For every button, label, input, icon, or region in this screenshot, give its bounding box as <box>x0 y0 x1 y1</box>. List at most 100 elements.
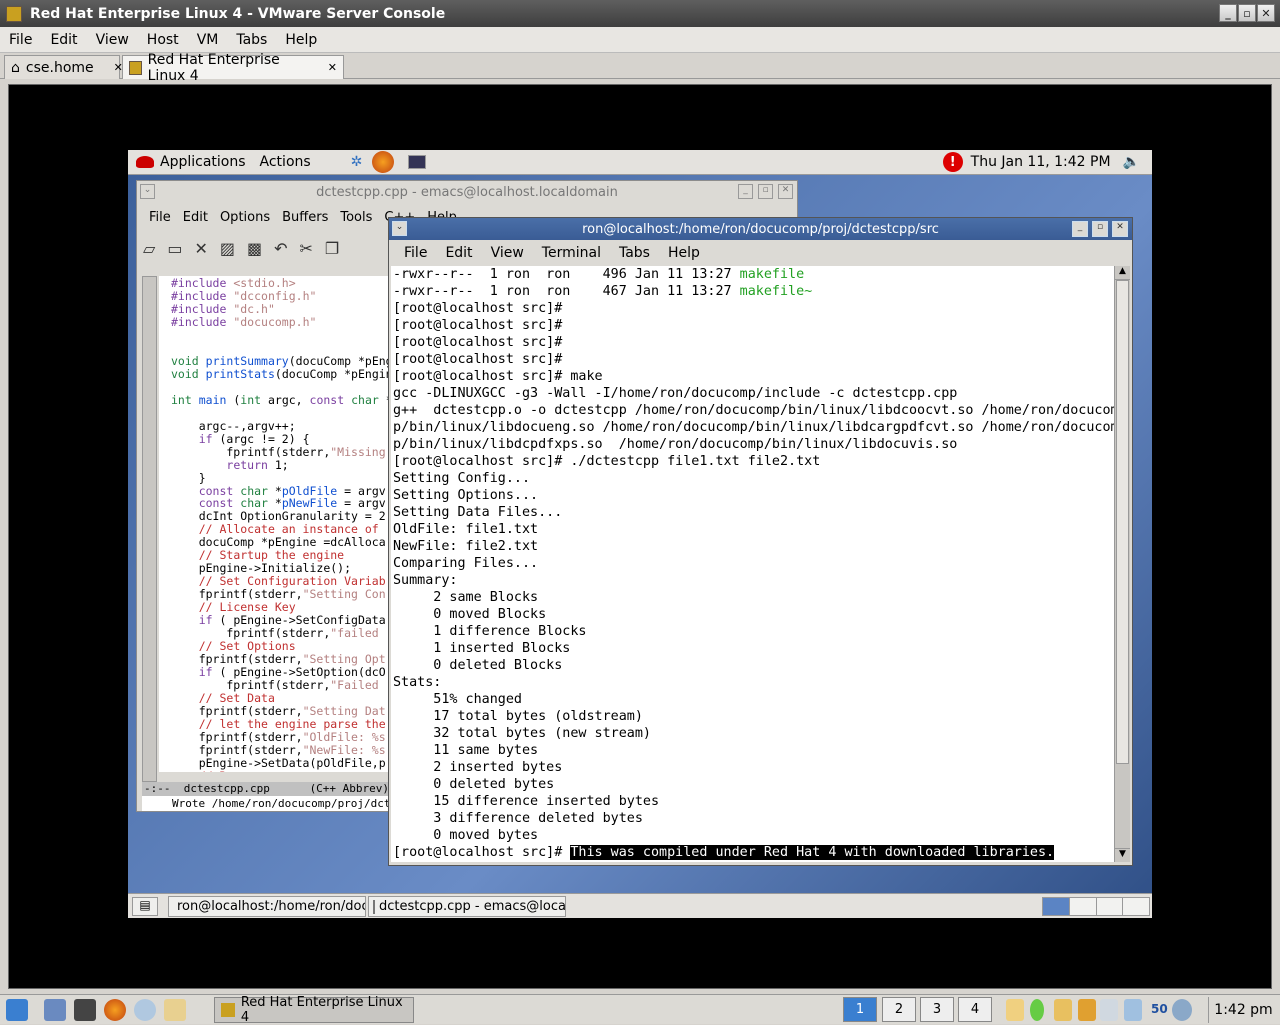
terminal-line: [root@localhost src]# This was compiled … <box>393 844 1114 861</box>
undo-icon[interactable]: ↶ <box>274 239 287 258</box>
tab-red-hat-enterprise-linux-4[interactable]: Red Hat Enterprise Linux 4 ✕ <box>122 52 344 84</box>
emacs-menu-file[interactable]: File <box>143 210 177 225</box>
tab-close-icon[interactable]: ✕ <box>328 61 337 74</box>
clipboard-icon[interactable] <box>1054 999 1072 1021</box>
terminal-titlebar[interactable]: ⌄ ron@localhost:/home/ron/docucomp/proj/… <box>389 218 1132 240</box>
firefox-icon[interactable] <box>372 151 395 173</box>
terminal-launcher-icon[interactable] <box>74 999 96 1021</box>
guest-clock[interactable]: Thu Jan 11, 1:42 PM <box>971 154 1111 170</box>
actions-menu[interactable]: Actions <box>260 154 311 170</box>
host-kde-panel: Red Hat Enterprise Linux 4 1 2 3 4 50 1:… <box>0 994 1280 1025</box>
terminal-line-text: Stats: <box>393 675 442 690</box>
terminal-menu-tabs[interactable]: Tabs <box>610 245 659 261</box>
desktop-4-button[interactable]: 4 <box>958 997 992 1022</box>
terminal-selected-text[interactable]: This was compiled under Red Hat 4 with d… <box>570 845 1055 860</box>
terminal-menu-edit[interactable]: Edit <box>436 245 481 261</box>
maximize-button[interactable]: ▫ <box>1238 4 1256 22</box>
help-lifebuoy-icon[interactable] <box>134 999 156 1021</box>
menu-file[interactable]: File <box>0 32 41 48</box>
emacs-minimize-button[interactable]: _ <box>738 184 753 199</box>
terminal-scrollbar[interactable]: ▲ ▼ <box>1114 266 1130 862</box>
menu-edit[interactable]: Edit <box>41 32 86 48</box>
taskbar-terminal[interactable]: ron@localhost:/home/ron/docu <box>168 896 366 917</box>
menu-help[interactable]: Help <box>276 32 326 48</box>
menu-tabs[interactable]: Tabs <box>227 32 276 48</box>
scroll-down-arrow-icon[interactable]: ▼ <box>1115 848 1130 862</box>
redhat-icon[interactable] <box>136 156 154 168</box>
workspace-switcher[interactable] <box>1042 897 1150 916</box>
terminal-maximize-button[interactable]: ▫ <box>1092 221 1108 237</box>
workspace-1[interactable] <box>1043 898 1070 915</box>
terminal-line-text: OldFile: file1.txt <box>393 522 539 537</box>
emacs-maximize-button[interactable]: ▫ <box>758 184 773 199</box>
network-tool-icon[interactable] <box>44 999 66 1021</box>
emacs-close-button[interactable]: ✕ <box>778 184 793 199</box>
kde-menu-icon[interactable] <box>6 999 28 1021</box>
terminal-minimize-button[interactable]: _ <box>1072 221 1088 237</box>
mail-icon[interactable] <box>164 999 186 1021</box>
open-folder-icon[interactable]: ▭ <box>167 239 182 258</box>
save-icon[interactable]: ▨ <box>220 239 235 258</box>
workspace-2[interactable] <box>1069 898 1097 915</box>
tab-cse-home[interactable]: ⌂ cse.home ✕ <box>4 55 123 79</box>
taskbar-emacs[interactable]: dctestcpp.cpp - emacs@local <box>368 896 566 917</box>
terminal-window-title: ron@localhost:/home/ron/docucomp/proj/dc… <box>582 221 939 237</box>
terminal-launcher-icon[interactable] <box>408 155 427 169</box>
copy-icon[interactable]: ❐ <box>325 239 339 258</box>
terminal-line-text: 0 deleted Blocks <box>393 658 563 673</box>
alert-icon[interactable]: ! <box>942 152 963 172</box>
new-file-icon[interactable]: ▱ <box>143 239 155 258</box>
terminal-menu-view[interactable]: View <box>482 245 533 261</box>
terminal-menu-file[interactable]: File <box>395 245 436 261</box>
terminal-line: OldFile: file1.txt <box>393 521 1114 538</box>
terminal-line: Stats: <box>393 674 1114 691</box>
network-icon[interactable]: ✲ <box>351 154 363 170</box>
menu-host[interactable]: Host <box>138 32 188 48</box>
show-desktop-icon[interactable]: ▤ <box>132 897 158 916</box>
tray-number[interactable]: 50 <box>1151 1002 1168 1016</box>
guest-desktop[interactable]: Applications Actions ✲ ! Thu Jan 11, 1:4… <box>128 150 1152 918</box>
emacs-menu-buffers[interactable]: Buffers <box>276 210 334 225</box>
kill-buffer-icon[interactable]: ✕ <box>194 239 207 258</box>
terminal-line: -rwxr--r-- 1 ron ron 467 Jan 11 13:27 ma… <box>393 283 1114 300</box>
desktop-1-button[interactable]: 1 <box>843 997 877 1022</box>
scroll-up-arrow-icon[interactable]: ▲ <box>1115 266 1130 280</box>
workspace-4[interactable] <box>1123 898 1149 915</box>
update-icon[interactable] <box>1172 999 1192 1021</box>
menu-vm[interactable]: VM <box>188 32 228 48</box>
workspace-3[interactable] <box>1096 898 1124 915</box>
terminal-output[interactable]: -rwxr--r-- 1 ron ron 496 Jan 11 13:27 ma… <box>391 266 1114 862</box>
terminal-menu-help[interactable]: Help <box>659 245 709 261</box>
scroll-thumb[interactable] <box>1116 280 1129 764</box>
desktop-2-button[interactable]: 2 <box>882 997 916 1022</box>
emacs-menu-edit[interactable]: Edit <box>177 210 214 225</box>
terminal-line: 0 deleted Blocks <box>393 657 1114 674</box>
window-menu-icon[interactable]: ⌄ <box>392 221 407 236</box>
klipper-icon[interactable] <box>1006 999 1024 1021</box>
kde-task-vmware[interactable]: Red Hat Enterprise Linux 4 <box>214 995 414 1025</box>
firefox-icon[interactable] <box>104 999 126 1021</box>
emacs-scrollbar[interactable] <box>142 276 157 782</box>
terminal-menu-terminal[interactable]: Terminal <box>533 245 610 261</box>
minimize-button[interactable]: _ <box>1219 4 1237 22</box>
close-button[interactable]: ✕ <box>1257 4 1275 22</box>
cut-icon[interactable]: ✂ <box>300 239 313 258</box>
save-as-icon[interactable]: ▩ <box>247 239 262 258</box>
volume-icon[interactable]: 🔈 <box>1123 154 1140 170</box>
terminal-window[interactable]: ⌄ ron@localhost:/home/ron/docucomp/proj/… <box>388 217 1133 866</box>
host-titlebar[interactable]: Red Hat Enterprise Linux 4 - VMware Serv… <box>0 0 1280 27</box>
menu-view[interactable]: View <box>87 32 138 48</box>
folder-icon[interactable] <box>1078 999 1096 1021</box>
host-clock[interactable]: 1:42 pm <box>1208 997 1278 1023</box>
terminal-line-text: p/bin/linux/libdcpdfxps.so /home/ron/doc… <box>393 437 958 452</box>
terminal-close-button[interactable]: ✕ <box>1112 221 1128 237</box>
applications-menu[interactable]: Applications <box>160 154 246 170</box>
network-tray-icon[interactable] <box>1124 999 1142 1021</box>
volume-icon[interactable] <box>1100 999 1118 1021</box>
emacs-menu-tools[interactable]: Tools <box>334 210 378 225</box>
status-green-icon[interactable] <box>1030 999 1044 1021</box>
emacs-menu-options[interactable]: Options <box>214 210 276 225</box>
desktop-3-button[interactable]: 3 <box>920 997 954 1022</box>
emacs-titlebar[interactable]: ⌄ dctestcpp.cpp - emacs@localhost.locald… <box>137 181 797 203</box>
window-menu-icon[interactable]: ⌄ <box>140 184 155 199</box>
